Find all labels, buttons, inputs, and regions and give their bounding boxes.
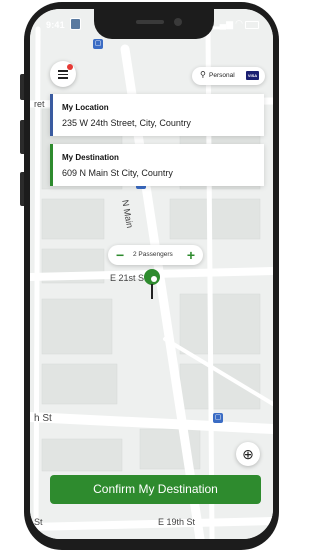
status-bar: 9:41 ▂▄▆ ◠ [30, 15, 273, 33]
street-label-e19: E 19th St [158, 517, 196, 527]
destination-card[interactable]: My Destination 609 N Main St City, Count… [50, 144, 264, 186]
app-screen: 9:41 ▂▄▆ ◠ N Main E 21st St h St E 19th … [30, 9, 273, 539]
crosshair-icon: ⊕ [242, 446, 254, 462]
passenger-count: 2 Passengers [133, 251, 173, 258]
destination-address: 609 N Main St City, Country [62, 168, 173, 178]
destination-title: My Destination [62, 153, 119, 162]
bus-stop-icon: ▢ [93, 39, 103, 49]
street-label-h-st: h St [34, 413, 52, 424]
passenger-selector: − 2 Passengers + [108, 245, 203, 265]
origin-title: My Location [62, 103, 109, 112]
origin-address: 235 W 24th Street, City, Country [62, 118, 191, 128]
street-label-st-left: St [34, 517, 43, 527]
bus-stop-icon: ▢ [213, 413, 223, 423]
decrease-passengers-button[interactable]: − [116, 246, 124, 264]
increase-passengers-button[interactable]: + [187, 246, 195, 264]
battery-icon [245, 21, 259, 29]
origin-card[interactable]: My Location 235 W 24th Street, City, Cou… [50, 94, 264, 136]
notification-dot [67, 64, 73, 70]
street-label-e21: E 21st St [110, 273, 147, 283]
destination-pin-icon[interactable] [144, 269, 160, 299]
visa-card-icon: VISA [246, 71, 259, 80]
status-time: 9:41 [46, 20, 65, 30]
street-label-ret: ret [34, 99, 45, 109]
confirm-destination-button[interactable]: Confirm My Destination [50, 475, 261, 504]
locate-me-button[interactable]: ⊕ [236, 442, 260, 466]
person-icon: ⚲ [200, 70, 206, 79]
wifi-icon: ◠ [235, 18, 243, 28]
profile-label: Personal [209, 72, 235, 79]
menu-button[interactable] [50, 61, 76, 87]
status-app-icon [70, 18, 81, 30]
signal-icon: ▂▄▆ [212, 19, 233, 29]
profile-payment-pill[interactable]: ⚲ Personal VISA [192, 67, 265, 85]
